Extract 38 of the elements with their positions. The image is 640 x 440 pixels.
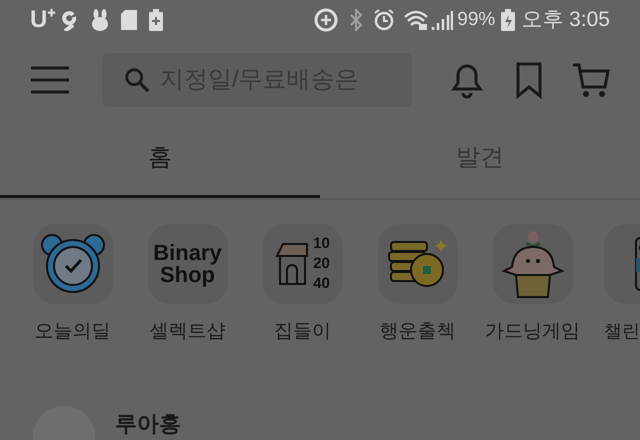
shortcut-button[interactable]: 10 20 40 집들이 bbox=[245, 224, 360, 346]
cart-button[interactable] bbox=[572, 61, 610, 99]
shortcut-label: 셀렉트샵 bbox=[150, 320, 226, 344]
shortcut-button[interactable]: 가드닝게임 bbox=[475, 224, 590, 346]
signal-icon bbox=[431, 9, 454, 31]
search-icon bbox=[124, 66, 150, 94]
carrier-label: U⁺ bbox=[30, 5, 56, 35]
rabbit-icon bbox=[91, 9, 110, 31]
bluetooth-icon bbox=[349, 9, 364, 31]
cart-icon bbox=[572, 61, 610, 99]
number-text: 20 bbox=[313, 254, 330, 274]
shortcut-button[interactable]: 오늘의딜 bbox=[15, 224, 130, 346]
house-icon bbox=[275, 242, 310, 286]
shortcut-label: 집들이 bbox=[274, 320, 331, 344]
author-name: 루아홍 bbox=[115, 410, 181, 438]
charging-battery-icon bbox=[501, 9, 516, 31]
menu-icon bbox=[30, 65, 70, 95]
number-text: 10 bbox=[313, 234, 330, 254]
battery-percent: 99% bbox=[457, 8, 496, 32]
battery-plus-icon bbox=[149, 9, 164, 31]
tab[interactable]: 홈 bbox=[0, 120, 320, 198]
shortcut-label: 행운출첵 bbox=[380, 320, 456, 344]
number-text: 40 bbox=[313, 274, 330, 294]
menu-button[interactable] bbox=[30, 65, 70, 95]
shortcut-button[interactable]: Binary Shop 셀렉트샵 bbox=[130, 224, 245, 346]
wifi-icon bbox=[403, 9, 430, 31]
shortcut-label: 오늘의딜 bbox=[34, 320, 110, 344]
shortcut-button[interactable]: 챌린 bbox=[590, 224, 640, 346]
logo-text: Shop bbox=[160, 264, 215, 286]
shortcut-label: 챌린 bbox=[604, 320, 640, 343]
sprout-character-icon bbox=[500, 229, 566, 299]
logo-text: Binary bbox=[153, 242, 222, 264]
clock-time: 오후 3:05 bbox=[521, 7, 610, 34]
shortcut-label: 가드닝게임 bbox=[485, 320, 580, 344]
alarm-icon bbox=[373, 9, 396, 31]
sd-card-icon bbox=[121, 10, 138, 30]
data-saver-icon bbox=[313, 7, 340, 33]
shortcut-button[interactable]: 행운출첵 bbox=[360, 224, 475, 346]
